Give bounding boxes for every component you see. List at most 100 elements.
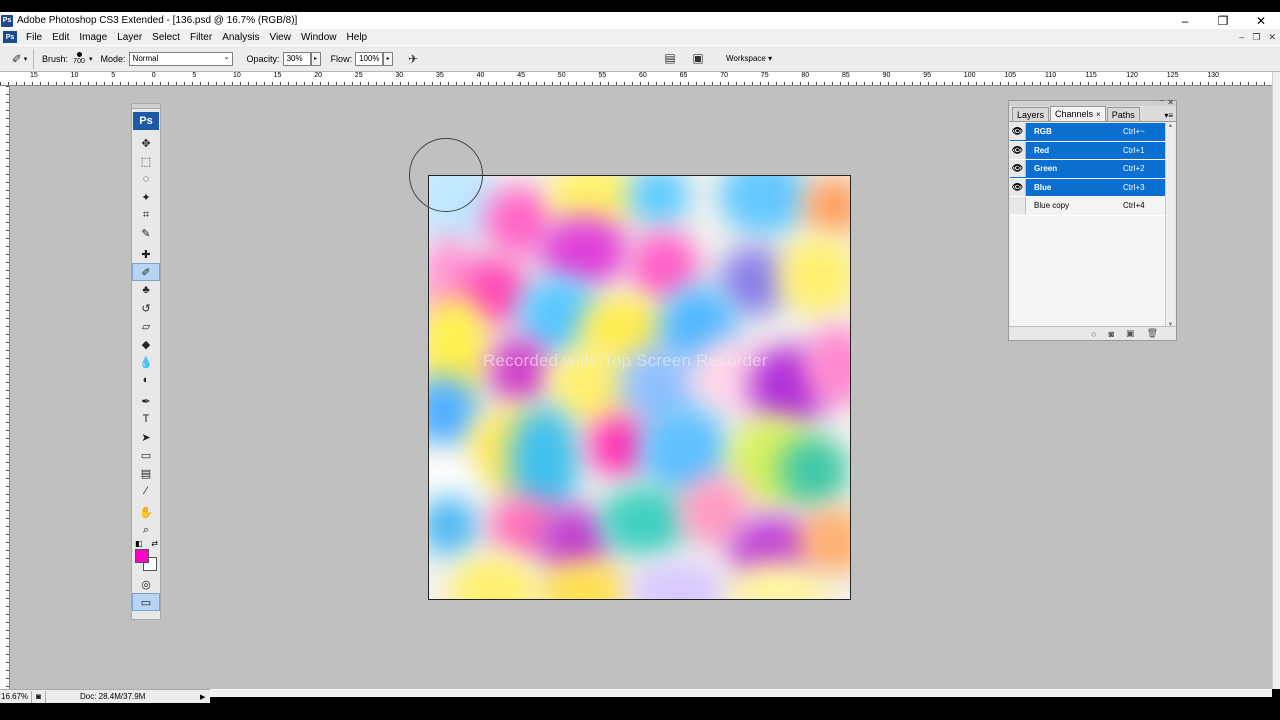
- channel-list: 👁 RGB Ctrl+~ 👁 Red Ctrl+1 👁 Green Ctrl+2 👁 Blue Ctr…: [1010, 123, 1165, 328]
- notes-tool-icon[interactable]: ▤: [132, 464, 160, 482]
- brush-tool-icon[interactable]: ✐: [132, 263, 160, 281]
- quick-mask-icon[interactable]: ◎: [132, 575, 160, 593]
- channel-row-red[interactable]: 👁 Red Ctrl+1: [1010, 141, 1165, 160]
- restore-button[interactable]: ❐: [1204, 12, 1242, 29]
- brush-picker[interactable]: 700: [71, 48, 87, 70]
- tools-panel-header[interactable]: [132, 104, 160, 109]
- photoshop-logo[interactable]: Ps: [133, 112, 159, 130]
- opacity-slider-button[interactable]: ▸: [310, 51, 321, 66]
- menu-analysis[interactable]: Analysis: [217, 32, 264, 43]
- status-icon[interactable]: ◙: [32, 690, 46, 703]
- channel-row-rgb[interactable]: 👁 RGB Ctrl+~: [1010, 123, 1165, 142]
- airbrush-icon[interactable]: ✈: [403, 49, 423, 69]
- foreground-color-swatch[interactable]: [135, 549, 149, 563]
- default-colors-icon[interactable]: ◧: [135, 539, 143, 548]
- menu-select[interactable]: Select: [147, 32, 185, 43]
- tab-layers[interactable]: Layers: [1012, 107, 1050, 121]
- menu-image[interactable]: Image: [74, 32, 112, 43]
- channel-row-blue-copy[interactable]: 👁 Blue copy Ctrl+4: [1010, 197, 1165, 216]
- doc-restore-button[interactable]: ❐: [1252, 32, 1260, 43]
- hand-tool-icon[interactable]: ✋: [132, 503, 160, 521]
- pen-tool-icon[interactable]: ✒: [132, 392, 160, 410]
- panel-minimize-icon[interactable]: –: [1160, 96, 1164, 105]
- load-selection-icon[interactable]: ○: [1091, 329, 1096, 339]
- eraser-tool-icon[interactable]: ▱: [132, 317, 160, 335]
- menu-edit[interactable]: Edit: [47, 32, 74, 43]
- title-bar: Ps Adobe Photoshop CS3 Extended - [136.p…: [0, 12, 1280, 29]
- ruler-number: 20: [314, 72, 322, 79]
- opacity-field[interactable]: 30%: [282, 51, 311, 66]
- channel-list-scrollbar[interactable]: ▲ ▼: [1165, 123, 1175, 328]
- visibility-eye-icon[interactable]: 👁: [1010, 123, 1026, 141]
- close-icon[interactable]: ×: [1096, 110, 1101, 119]
- channel-row-green[interactable]: 👁 Green Ctrl+2: [1010, 160, 1165, 179]
- horizontal-scrollbar[interactable]: [210, 689, 1272, 697]
- clone-stamp-tool-icon[interactable]: ♣: [132, 281, 160, 299]
- new-channel-icon[interactable]: ▣: [1126, 328, 1135, 339]
- eyedropper-tool-icon[interactable]: ⁄: [132, 482, 160, 500]
- marquee-tool-icon[interactable]: ⬚: [132, 152, 160, 170]
- brushes-palette-icon[interactable]: ▣: [688, 49, 708, 67]
- flow-field[interactable]: 100%: [355, 51, 384, 66]
- ruler-number: 60: [639, 72, 647, 79]
- tab-channels[interactable]: Channels ×: [1050, 106, 1106, 121]
- status-menu-arrow[interactable]: ▶: [200, 693, 210, 701]
- swap-colors-icon[interactable]: ⇄: [151, 539, 158, 548]
- doc-minimize-button[interactable]: –: [1239, 32, 1244, 42]
- menu-help[interactable]: Help: [342, 32, 373, 43]
- menu-bar: Ps File Edit Image Layer Select Filter A…: [0, 29, 1280, 45]
- tab-paths[interactable]: Paths: [1106, 107, 1140, 121]
- mode-select[interactable]: Normal ⌄: [128, 51, 233, 66]
- doc-close-button[interactable]: ✕: [1268, 32, 1276, 43]
- ruler-number: 105: [1004, 72, 1017, 79]
- healing-brush-tool-icon[interactable]: ✚: [132, 245, 160, 263]
- chevron-down-icon: ⌄: [223, 53, 230, 61]
- ruler-number: 125: [1166, 72, 1179, 79]
- move-tool-icon[interactable]: ✥: [132, 134, 160, 152]
- visibility-eye-icon[interactable]: 👁: [1010, 141, 1026, 159]
- blur-tool-icon[interactable]: 💧: [132, 353, 160, 371]
- rectangle-tool-icon[interactable]: ▭: [132, 446, 160, 464]
- lasso-tool-icon[interactable]: ◌: [132, 170, 160, 188]
- photoshop-app-icon: Ps: [1, 14, 13, 27]
- ruler-number: 10: [233, 72, 241, 79]
- workspace-menu[interactable]: Workspace ▾: [726, 54, 772, 63]
- path-selection-tool-icon[interactable]: ➤: [132, 428, 160, 446]
- visibility-eye-icon[interactable]: 👁: [1010, 178, 1026, 196]
- channel-name: Red: [1034, 145, 1050, 155]
- brush-dropdown-arrow[interactable]: ▾: [89, 55, 93, 63]
- zoom-field[interactable]: 16.67%: [0, 690, 32, 703]
- type-tool-icon[interactable]: T: [132, 410, 160, 428]
- delete-channel-icon[interactable]: 🗑: [1147, 328, 1158, 339]
- palette-well-icon[interactable]: ▤: [660, 49, 680, 67]
- paint-bucket-tool-icon[interactable]: ◆: [132, 335, 160, 353]
- dodge-tool-icon[interactable]: ◐: [132, 371, 160, 389]
- menu-layer[interactable]: Layer: [112, 32, 147, 43]
- close-button[interactable]: ✕: [1242, 12, 1280, 29]
- flow-slider-button[interactable]: ▸: [383, 51, 394, 66]
- menu-view[interactable]: View: [264, 32, 296, 43]
- screen-mode-icon[interactable]: ▭: [132, 593, 160, 611]
- save-selection-icon[interactable]: ◙: [1109, 329, 1114, 339]
- vertical-scrollbar[interactable]: [1272, 72, 1280, 689]
- panel-menu-icon[interactable]: ▾≡: [1164, 111, 1173, 120]
- brush-label: Brush:: [42, 53, 69, 64]
- crop-tool-icon[interactable]: ⌗: [132, 206, 160, 224]
- ruler-number: 15: [273, 72, 282, 79]
- menu-window[interactable]: Window: [296, 32, 342, 43]
- menu-file[interactable]: File: [21, 32, 47, 43]
- magic-wand-tool-icon[interactable]: ✦: [132, 188, 160, 206]
- ruler-number: 30: [395, 72, 404, 79]
- visibility-eye-icon[interactable]: 👁: [1010, 197, 1026, 215]
- visibility-eye-icon[interactable]: 👁: [1010, 160, 1026, 178]
- eyedropper-slice-tool-icon[interactable]: ✎: [132, 224, 160, 242]
- channel-row-blue[interactable]: 👁 Blue Ctrl+3: [1010, 178, 1165, 197]
- minimize-button[interactable]: –: [1166, 12, 1204, 29]
- menu-filter[interactable]: Filter: [185, 32, 217, 43]
- zoom-tool-icon[interactable]: ⌕: [132, 521, 160, 539]
- document-icon[interactable]: Ps: [3, 31, 17, 43]
- document-canvas[interactable]: [428, 175, 851, 600]
- ruler-number: 85: [842, 72, 850, 79]
- history-brush-tool-icon[interactable]: ↺: [132, 299, 160, 317]
- tool-preset-picker[interactable]: ✐ ▾: [6, 48, 34, 69]
